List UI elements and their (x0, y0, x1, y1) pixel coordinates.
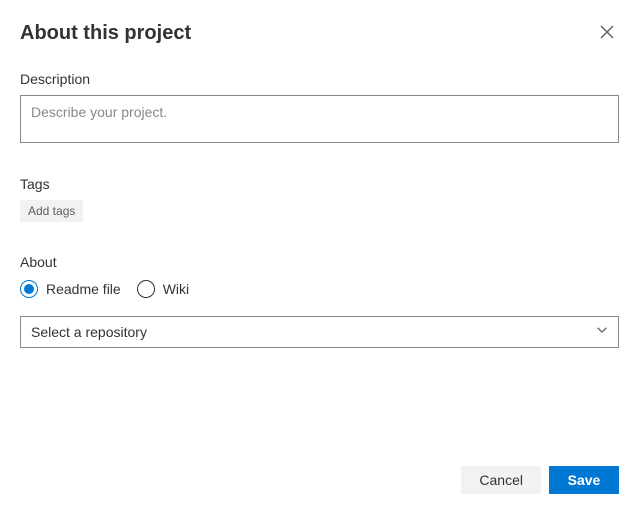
repository-select-wrapper: Select a repository (20, 316, 619, 348)
repository-select[interactable]: Select a repository (20, 316, 619, 348)
close-button[interactable] (595, 20, 619, 47)
description-input[interactable] (20, 95, 619, 143)
dialog-title: About this project (20, 22, 191, 45)
radio-readme[interactable]: Readme file (20, 280, 121, 298)
dialog-header: About this project (20, 20, 619, 47)
close-icon (599, 24, 615, 43)
about-section: About Readme file Wiki Select a reposito… (20, 254, 619, 348)
save-button[interactable]: Save (549, 466, 619, 494)
radio-icon-selected (20, 280, 38, 298)
description-label: Description (20, 71, 619, 87)
radio-wiki-label: Wiki (163, 281, 189, 297)
dialog-footer: Cancel Save (461, 466, 619, 494)
description-section: Description (20, 71, 619, 148)
cancel-button[interactable]: Cancel (461, 466, 541, 494)
about-radio-group: Readme file Wiki (20, 280, 619, 298)
radio-readme-label: Readme file (46, 281, 121, 297)
add-tags-button[interactable]: Add tags (20, 200, 83, 222)
radio-wiki[interactable]: Wiki (137, 280, 189, 298)
radio-inner-dot (24, 284, 34, 294)
radio-icon-unselected (137, 280, 155, 298)
about-label: About (20, 254, 619, 270)
tags-label: Tags (20, 176, 619, 192)
tags-section: Tags Add tags (20, 176, 619, 222)
